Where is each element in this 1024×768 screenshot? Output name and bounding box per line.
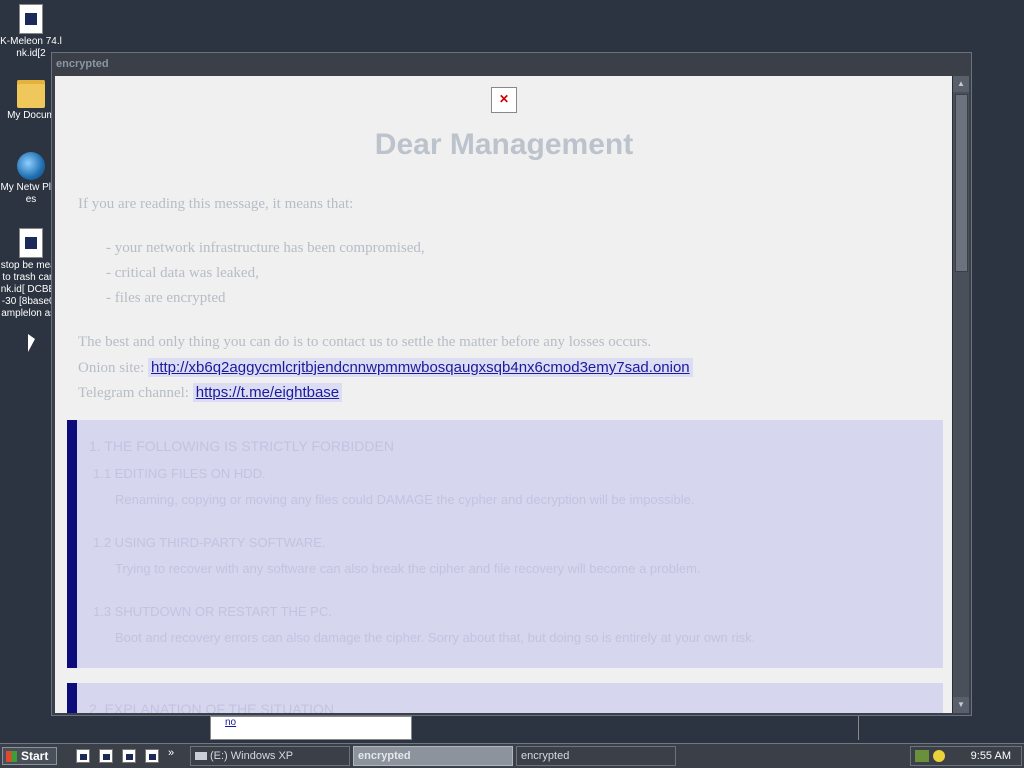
bullet-item: - files are encrypted <box>106 290 226 306</box>
intro-text: If you are reading this message, it mean… <box>78 196 354 212</box>
quicklaunch-shortcut-icon[interactable] <box>76 749 90 763</box>
scroll-up-icon[interactable]: ▲ <box>953 76 969 92</box>
quicklaunch-shortcut-icon[interactable] <box>99 749 113 763</box>
shortcut-icon <box>19 228 43 258</box>
shortcut-icon <box>19 4 43 34</box>
start-button[interactable]: Start <box>2 747 57 765</box>
forbidden-section: 1. THE FOLLOWING IS STRICTLY FORBIDDEN 1… <box>67 420 943 668</box>
task-label: (E:) Windows XP <box>210 750 294 762</box>
telegram-label: Telegram channel: <box>78 385 189 401</box>
scroll-down-icon[interactable]: ▼ <box>953 697 969 713</box>
section-item-title: 1.2 USING THIRD-PARTY SOFTWARE. <box>93 535 326 550</box>
window-content: ✕ Dear Management If you are reading thi… <box>55 76 953 713</box>
window-title[interactable]: encrypted <box>52 53 971 75</box>
broken-image-icon: ✕ <box>491 87 517 113</box>
vertical-scrollbar[interactable]: ▲ ▼ <box>952 76 969 713</box>
section-item-title: 1.1 EDITING FILES ON HDD. <box>93 466 266 481</box>
section-title: 2. EXPLANATION OF THE SITUATION <box>89 701 335 713</box>
background-window-edge <box>412 716 859 740</box>
section-item-text: Boot and recovery errors can also damage… <box>115 630 756 645</box>
section-title: 1. THE FOLLOWING IS STRICTLY FORBIDDEN <box>89 438 394 454</box>
network-tray-icon[interactable] <box>915 750 929 762</box>
clock[interactable]: 9:55 AM <box>971 747 1011 765</box>
system-tray: 9:55 AM <box>910 746 1022 766</box>
onion-label: Onion site: <box>78 360 145 376</box>
start-label: Start <box>21 749 49 763</box>
task-label: encrypted <box>521 750 570 762</box>
task-label: encrypted <box>358 750 411 762</box>
task-button-encrypted-active[interactable]: encrypted <box>353 746 513 766</box>
bullet-item: - critical data was leaked, <box>106 265 259 281</box>
task-button-encrypted[interactable]: encrypted <box>516 746 676 766</box>
section-item-text: Renaming, copying or moving any files co… <box>115 492 695 507</box>
quicklaunch-shortcut-icon[interactable] <box>122 749 136 763</box>
task-button-windows-xp[interactable]: (E:) Windows XP <box>190 746 350 766</box>
background-link[interactable]: no <box>225 717 236 728</box>
background-window[interactable]: no <box>210 716 412 740</box>
mouse-cursor-icon <box>28 334 35 352</box>
onion-site-link[interactable]: http://xb6q2aggycmlcrjtbjendcnnwpmmwbosq… <box>148 358 693 377</box>
shield-tray-icon[interactable] <box>933 750 945 762</box>
onion-row: Onion site: http://xb6q2aggycmlcrjtbjend… <box>78 358 693 377</box>
bullet-item: - your network infrastructure has been c… <box>106 240 425 256</box>
page-heading: Dear Management <box>374 128 634 161</box>
scroll-thumb[interactable] <box>955 94 968 272</box>
windows-logo-icon <box>6 751 17 762</box>
quicklaunch-more-icon[interactable]: » <box>168 747 174 759</box>
ransom-note-window[interactable]: encrypted ✕ Dear Management If you are r… <box>51 52 972 716</box>
section-item-text: Trying to recover with any software can … <box>115 561 701 576</box>
folder-icon <box>17 80 45 108</box>
contact-text: The best and only thing you can do is to… <box>78 334 652 350</box>
telegram-row: Telegram channel: https://t.me/eightbase <box>78 383 343 402</box>
quicklaunch-shortcut-icon[interactable] <box>145 749 159 763</box>
telegram-link[interactable]: https://t.me/eightbase <box>192 383 343 402</box>
section-item-title: 1.3 SHUTDOWN OR RESTART THE PC. <box>93 604 332 619</box>
taskbar: Start » (E:) Windows XP encrypted encryp… <box>0 743 1024 768</box>
explanation-section: 2. EXPLANATION OF THE SITUATION <box>67 683 943 713</box>
drive-icon <box>195 752 207 761</box>
network-icon <box>17 152 45 180</box>
